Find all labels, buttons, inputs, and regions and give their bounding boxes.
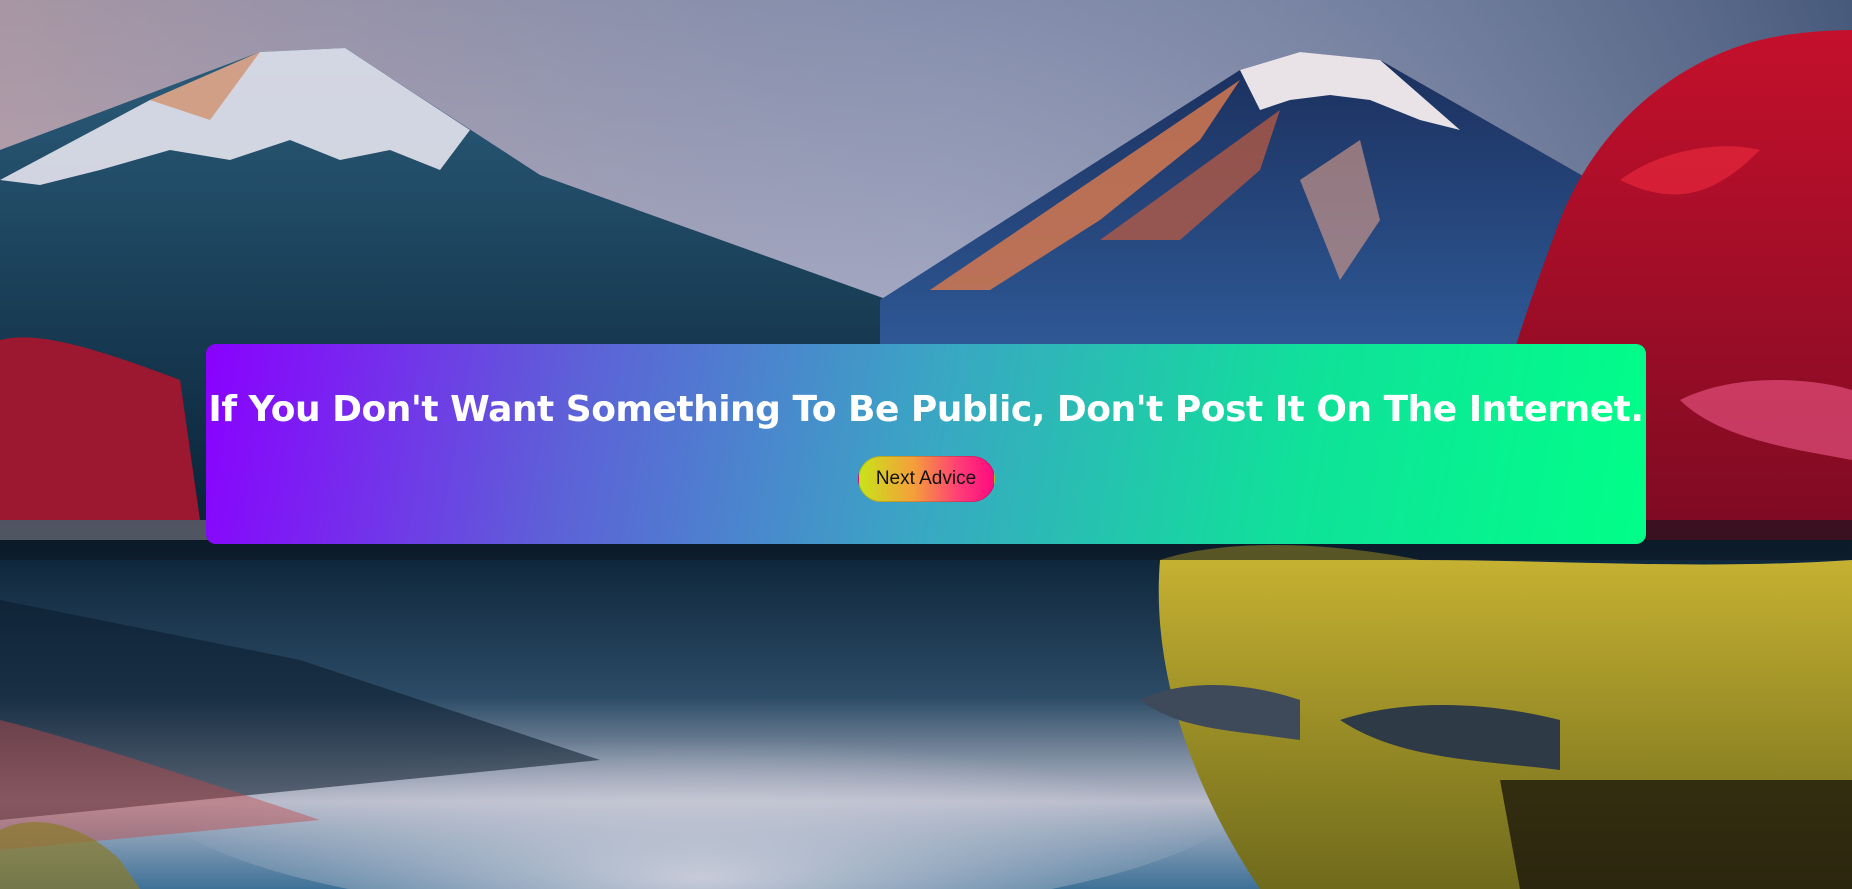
advice-card: If You Don't Want Something To Be Public… (206, 344, 1646, 544)
page: If You Don't Want Something To Be Public… (0, 0, 1852, 889)
advice-quote: If You Don't Want Something To Be Public… (208, 389, 1644, 430)
next-advice-button[interactable]: Next Advice (857, 456, 995, 502)
